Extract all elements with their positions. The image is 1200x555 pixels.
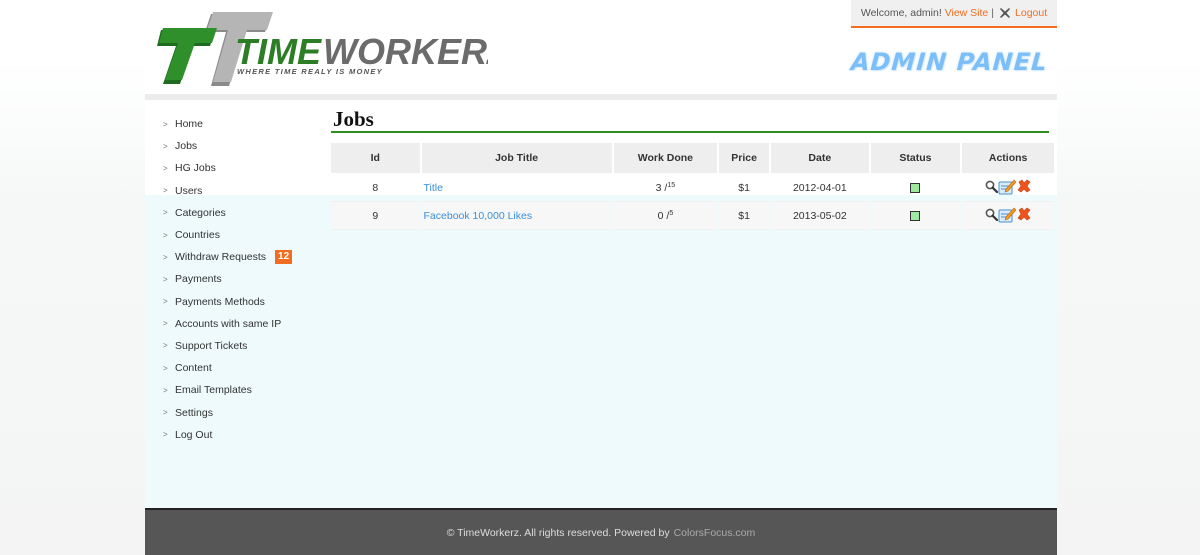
header: TIME WORKERZ WHERE TIME REALY IS MONEY W… <box>145 0 1057 94</box>
sidebar-item-users[interactable]: > Users <box>163 180 323 202</box>
view-magnifier-icon[interactable] <box>985 180 999 196</box>
jobs-table: Id Job Title Work Done Price Date Status… <box>329 143 1056 230</box>
chevron-right-icon: > <box>163 230 168 240</box>
sidebar-item-email-templates[interactable]: > Email Templates <box>163 379 323 401</box>
sidebar-item-withdraw-requests[interactable]: > Withdraw Requests 12 <box>163 246 323 268</box>
status-active-indicator[interactable] <box>910 210 921 221</box>
logout-link[interactable]: Logout <box>1015 7 1047 19</box>
cell-job-title: Facebook 10,000 Likes <box>421 202 612 230</box>
user-topbar: Welcome, admin! View Site | Logout <box>851 0 1057 28</box>
sidebar-item-settings[interactable]: > Settings <box>163 401 323 423</box>
brand-tagline: WHERE TIME REALY IS MONEY <box>237 67 383 76</box>
welcome-text: Welcome, admin! <box>860 7 942 19</box>
sidebar-item-support-tickets[interactable]: > Support Tickets <box>163 335 323 357</box>
admin-panel-title: ADMIN PANEL <box>849 48 1048 76</box>
chevron-right-icon: > <box>163 363 168 373</box>
column-header-id[interactable]: Id <box>331 143 420 174</box>
cell-status <box>870 174 961 202</box>
cell-job-title: Title <box>421 174 612 202</box>
chevron-right-icon: > <box>163 408 168 418</box>
sidebar-item-jobs[interactable]: > Jobs <box>163 135 323 157</box>
delete-x-icon[interactable] <box>1017 179 1031 196</box>
chevron-right-icon: > <box>163 297 168 307</box>
sidebar-item-payments-methods[interactable]: > Payments Methods <box>163 291 323 313</box>
view-magnifier-icon[interactable] <box>985 208 999 224</box>
work-done-count: 3 <box>655 181 662 194</box>
edit-pencil-icon[interactable] <box>998 178 1017 198</box>
chevron-right-icon: > <box>163 385 168 395</box>
topbar-separator: | <box>991 7 995 19</box>
sidebar-item-log-out[interactable]: > Log Out <box>163 424 323 446</box>
cell-actions <box>962 174 1054 202</box>
sidebar-item-categories[interactable]: > Categories <box>163 202 323 224</box>
footer-powered-by-link[interactable]: ColorsFocus.com <box>674 527 756 539</box>
brand-name-green: TIME <box>235 31 322 72</box>
brand-name-gray: WORKERZ <box>323 31 488 72</box>
status-active-indicator[interactable] <box>910 182 921 193</box>
chevron-right-icon: > <box>163 341 168 351</box>
sidebar-item-content[interactable]: > Content <box>163 357 323 379</box>
chevron-right-icon: > <box>163 252 168 262</box>
footer-copyright: © TimeWorkerz. All rights reserved. Powe… <box>446 526 670 539</box>
title-divider <box>331 131 1049 133</box>
sidebar-item-countries[interactable]: > Countries <box>163 224 323 246</box>
sidebar-item-accounts-same-ip[interactable]: > Accounts with same IP <box>163 313 323 335</box>
chevron-right-icon: > <box>163 430 168 440</box>
work-total-count: 15 <box>667 181 676 189</box>
cell-work-done: 0 /5 <box>613 202 718 230</box>
cell-actions <box>962 202 1054 230</box>
column-header-price[interactable]: Price <box>719 143 770 174</box>
column-header-status[interactable]: Status <box>870 143 961 174</box>
delete-x-icon[interactable] <box>1017 207 1031 224</box>
footer: © TimeWorkerz. All rights reserved. Powe… <box>145 508 1057 555</box>
chevron-right-icon: > <box>163 274 168 284</box>
column-header-work-done[interactable]: Work Done <box>613 143 718 174</box>
sidebar-item-home[interactable]: > Home <box>163 113 323 135</box>
edit-pencil-icon[interactable] <box>998 206 1017 226</box>
timeworkerz-logo[interactable]: TIME WORKERZ WHERE TIME REALY IS MONEY <box>153 8 488 88</box>
cell-price: $1 <box>719 202 770 230</box>
work-done-count: 0 <box>657 209 664 222</box>
cell-id: 9 <box>331 202 420 230</box>
content-area: > Home > Jobs > HG Jobs > Users > Categories … <box>145 100 1057 508</box>
sidebar-item-payments[interactable]: > Payments <box>163 268 323 290</box>
chevron-right-icon: > <box>163 163 168 173</box>
cell-work-done: 3 /15 <box>613 174 718 202</box>
sidebar-nav: > Home > Jobs > HG Jobs > Users > Categories … <box>163 113 323 446</box>
chevron-right-icon: > <box>163 119 168 129</box>
chevron-right-icon: > <box>163 319 168 329</box>
cell-date: 2012-04-01 <box>771 174 869 202</box>
table-row: 8 Title 3 /15 $1 2012-04-01 <box>331 174 1054 202</box>
cell-status <box>870 202 961 230</box>
sidebar-item-hg-jobs[interactable]: > HG Jobs <box>163 157 323 179</box>
view-site-link[interactable]: View Site <box>945 7 989 19</box>
withdraw-count-badge: 12 <box>275 250 293 265</box>
chevron-right-icon: > <box>163 141 168 151</box>
column-header-actions: Actions <box>962 143 1054 174</box>
cell-price: $1 <box>719 174 770 202</box>
work-total-count: 5 <box>669 209 674 217</box>
close-x-icon <box>999 7 1011 19</box>
column-header-job-title[interactable]: Job Title <box>421 143 612 174</box>
job-title-link[interactable]: Facebook 10,000 Likes <box>424 210 533 222</box>
cell-date: 2013-05-02 <box>771 202 869 230</box>
chevron-right-icon: > <box>163 186 168 196</box>
table-row: 9 Facebook 10,000 Likes 0 /5 $1 2013-05-… <box>331 202 1054 230</box>
chevron-right-icon: > <box>163 208 168 218</box>
cell-id: 8 <box>331 174 420 202</box>
job-title-link[interactable]: Title <box>424 182 443 194</box>
table-header-row: Id Job Title Work Done Price Date Status… <box>331 143 1054 174</box>
column-header-date[interactable]: Date <box>771 143 869 174</box>
page-title: Jobs <box>333 107 374 131</box>
